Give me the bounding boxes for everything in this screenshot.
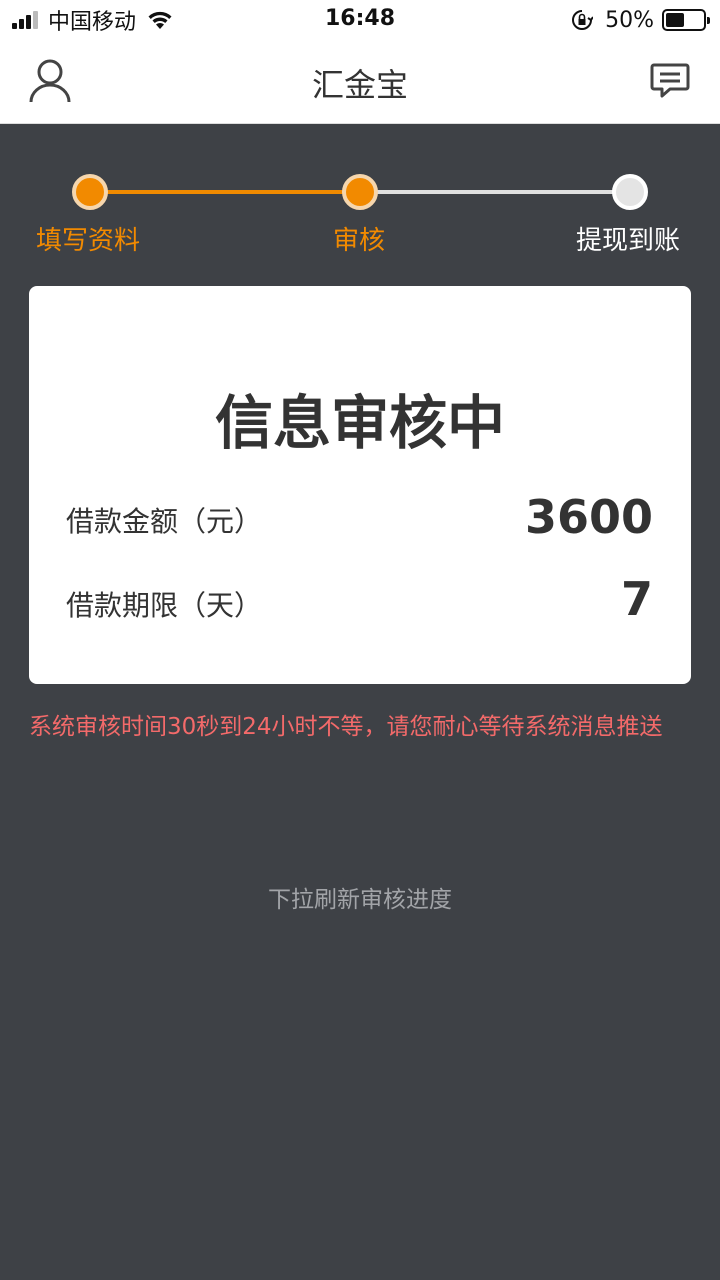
battery-fill [666, 13, 684, 27]
loan-amount-label: 借款金额（元） [66, 505, 263, 538]
card-title: 信息审核中 [214, 389, 505, 457]
loan-amount-value: 3600 [524, 490, 653, 544]
loan-term-label: 借款期限（天） [66, 589, 263, 622]
status-right: 50% [571, 7, 710, 33]
step-label-fill-info: 填写资料 [36, 226, 141, 256]
message-icon[interactable] [650, 62, 690, 100]
step-dot-withdraw [612, 174, 648, 210]
status-bar: 中国移动 16:48 50% [0, 0, 720, 40]
pull-refresh-hint: 下拉刷新审核进度 [268, 887, 452, 913]
step-label-review: 审核 [333, 226, 386, 256]
step-dot-review [342, 174, 378, 210]
review-status-card: 信息审核中 借款金额（元） 3600 借款期限（天） 7 [29, 286, 691, 684]
step-line-completed [90, 190, 360, 194]
page-title: 汇金宝 [311, 66, 408, 104]
nav-bar: 汇金宝 [0, 40, 720, 124]
step-label-withdraw: 提现到账 [576, 226, 681, 256]
review-notice: 系统审核时间30秒到24小时不等，请您耐心等待系统消息推送 [29, 714, 663, 740]
progress-steps: 填写资料 审核 提现到账 [0, 124, 720, 284]
battery-icon [662, 9, 710, 31]
loan-term-value: 7 [620, 572, 653, 626]
step-dot-fill-info [72, 174, 108, 210]
battery-percent: 50% [605, 7, 654, 33]
rotation-lock-icon [572, 10, 594, 30]
step-line-pending [360, 190, 630, 194]
